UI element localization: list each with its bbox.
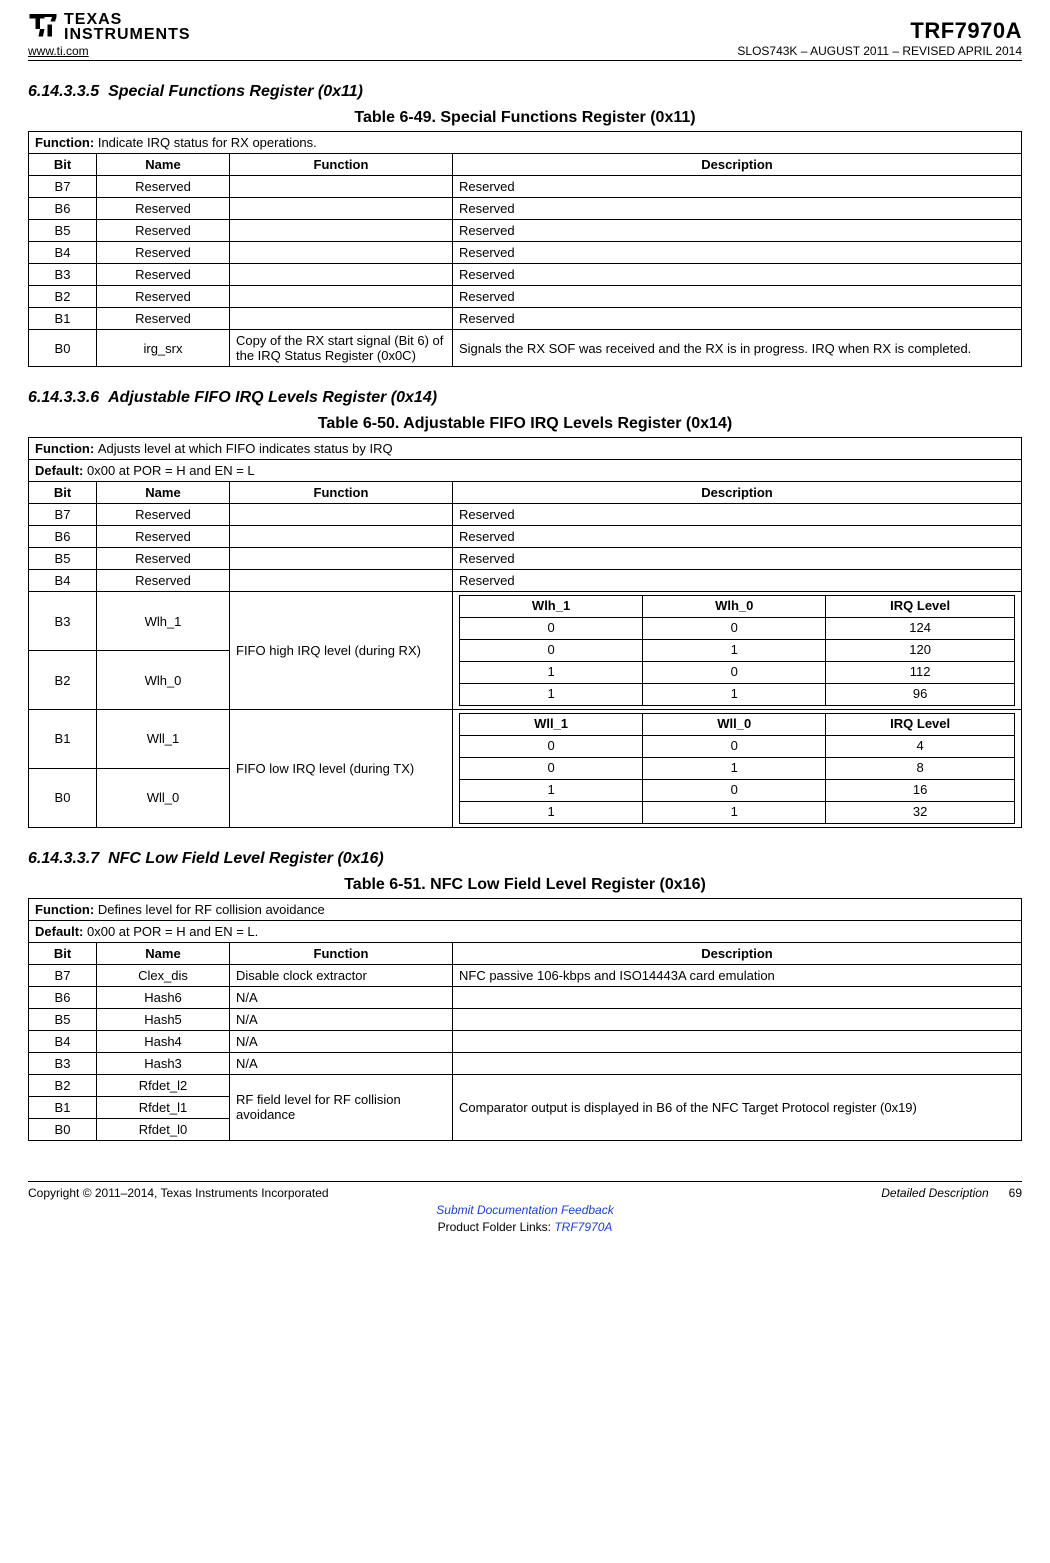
truth-table-low: Wll_1Wll_0IRQ Level00401810161132 bbox=[453, 710, 1022, 828]
product-folder-link[interactable]: TRF7970A bbox=[554, 1220, 612, 1234]
table-row: B4Hash4N/A bbox=[29, 1030, 1022, 1052]
submit-feedback-link[interactable]: Submit Documentation Feedback bbox=[436, 1203, 613, 1217]
table-row: B2ReservedReserved bbox=[29, 286, 1022, 308]
ti-logo: TEXAS INSTRUMENTS bbox=[28, 12, 191, 42]
page-footer: Copyright © 2011–2014, Texas Instruments… bbox=[28, 1181, 1022, 1236]
section-heading-1: 6.14.3.3.5 Special Functions Register (0… bbox=[28, 83, 1022, 101]
section-heading-3: 6.14.3.3.7 NFC Low Field Level Register … bbox=[28, 850, 1022, 868]
logo-text-bottom: INSTRUMENTS bbox=[64, 27, 191, 42]
table-row: B6Hash6N/A bbox=[29, 986, 1022, 1008]
table-caption-51: Table 6-51. NFC Low Field Level Register… bbox=[28, 876, 1022, 894]
table-50-function: Function: Adjusts level at which FIFO in… bbox=[29, 438, 1022, 460]
table-49-header-row: Bit Name Function Description bbox=[29, 154, 1022, 176]
folder-links-prefix: Product Folder Links: bbox=[438, 1220, 555, 1234]
table-50-header-row: Bit Name Function Description bbox=[29, 482, 1022, 504]
table-49-function: Function: Indicate IRQ status for RX ope… bbox=[29, 132, 1022, 154]
table-51-default: Default: 0x00 at POR = H and EN = L. bbox=[29, 920, 1022, 942]
logo-text-top: TEXAS bbox=[64, 12, 191, 27]
table-row: B5ReservedReserved bbox=[29, 220, 1022, 242]
ti-logo-icon bbox=[28, 12, 58, 40]
table-50-row-b1: B1 Wll_1 FIFO low IRQ level (during TX) … bbox=[29, 710, 1022, 769]
table-row: B5Hash5N/A bbox=[29, 1008, 1022, 1030]
table-row: B6ReservedReserved bbox=[29, 198, 1022, 220]
page-header: TEXAS INSTRUMENTS www.ti.com TRF7970A SL… bbox=[28, 12, 1022, 61]
table-row: B0irg_srxCopy of the RX start signal (Bi… bbox=[29, 330, 1022, 367]
table-51-row-b2: B2 Rfdet_l2 RF field level for RF collis… bbox=[29, 1074, 1022, 1096]
table-row: B4ReservedReserved bbox=[29, 242, 1022, 264]
header-right: TRF7970A SLOS743K – AUGUST 2011 – REVISE… bbox=[737, 18, 1022, 58]
table-row: B7ReservedReserved bbox=[29, 504, 1022, 526]
truth-table-high: Wlh_1Wlh_0IRQ Level0012401120101121196 bbox=[453, 592, 1022, 710]
table-row: B3ReservedReserved bbox=[29, 264, 1022, 286]
table-row: B7Clex_disDisable clock extractorNFC pas… bbox=[29, 964, 1022, 986]
page-number: 69 bbox=[1009, 1186, 1022, 1200]
table-50-default: Default: 0x00 at POR = H and EN = L bbox=[29, 460, 1022, 482]
ti-url-link[interactable]: www.ti.com bbox=[28, 44, 191, 58]
table-51-function: Function: Defines level for RF collision… bbox=[29, 898, 1022, 920]
table-49: Function: Indicate IRQ status for RX ope… bbox=[28, 131, 1022, 367]
table-row: B3Hash3N/A bbox=[29, 1052, 1022, 1074]
table-51-header-row: Bit Name Function Description bbox=[29, 942, 1022, 964]
table-51: Function: Defines level for RF collision… bbox=[28, 898, 1022, 1141]
table-caption-49: Table 6-49. Special Functions Register (… bbox=[28, 109, 1022, 127]
part-number: TRF7970A bbox=[737, 18, 1022, 44]
table-caption-50: Table 6-50. Adjustable FIFO IRQ Levels R… bbox=[28, 415, 1022, 433]
header-left: TEXAS INSTRUMENTS www.ti.com bbox=[28, 12, 191, 58]
table-row: B4ReservedReserved bbox=[29, 570, 1022, 592]
table-row: B1ReservedReserved bbox=[29, 308, 1022, 330]
copyright-text: Copyright © 2011–2014, Texas Instruments… bbox=[28, 1186, 329, 1200]
footer-section-label: Detailed Description69 bbox=[881, 1186, 1022, 1200]
table-50: Function: Adjusts level at which FIFO in… bbox=[28, 437, 1022, 827]
table-row: B7ReservedReserved bbox=[29, 176, 1022, 198]
section-heading-2: 6.14.3.3.6 Adjustable FIFO IRQ Levels Re… bbox=[28, 389, 1022, 407]
table-row: B5ReservedReserved bbox=[29, 548, 1022, 570]
table-50-row-b3: B3 Wlh_1 FIFO high IRQ level (during RX)… bbox=[29, 592, 1022, 651]
doc-revision: SLOS743K – AUGUST 2011 – REVISED APRIL 2… bbox=[737, 44, 1022, 58]
table-row: B6ReservedReserved bbox=[29, 526, 1022, 548]
